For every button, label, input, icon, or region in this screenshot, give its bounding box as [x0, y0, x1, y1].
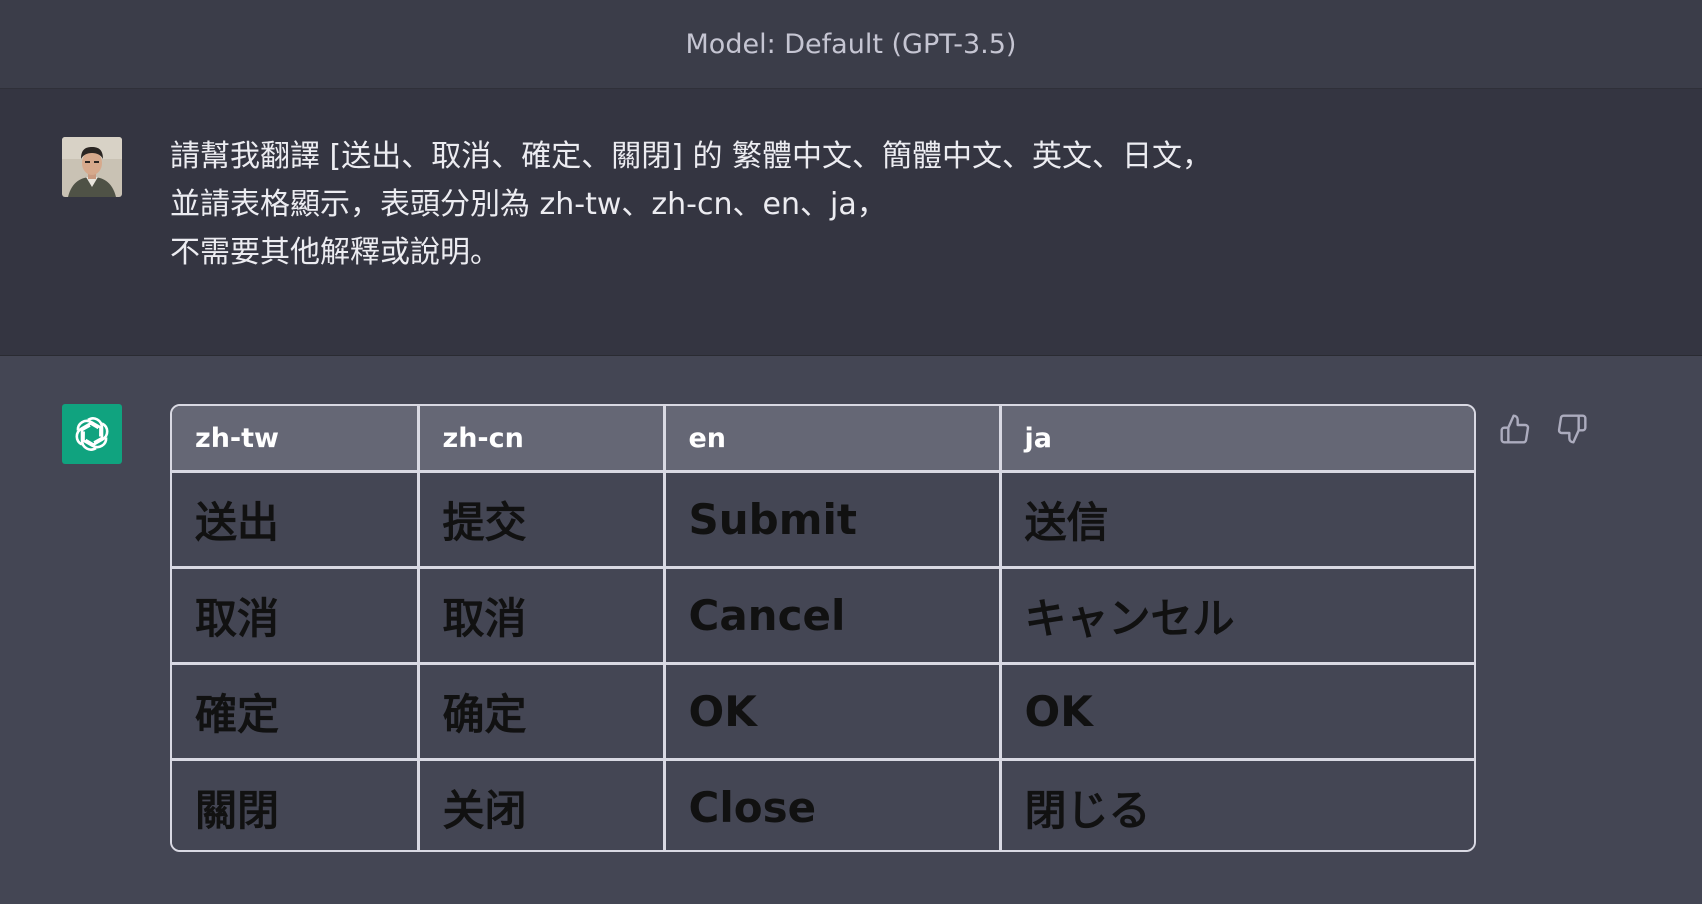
translation-table: zh-tw zh-cn en ja 送出 提交 Submit 送信 取消 取消 … [170, 404, 1476, 852]
column-header: en [662, 406, 1002, 473]
user-photo-icon [62, 137, 122, 197]
table-cell: 送出 [172, 470, 420, 569]
user-message-line: 請幫我翻譯 [送出、取消、確定、關閉] 的 繁體中文、簡體中文、英文、日文， [170, 139, 1213, 174]
table-header-row: zh-tw zh-cn en ja [172, 406, 1474, 473]
table-row: 取消 取消 Cancel キャンセル [172, 566, 1474, 665]
table-row: 確定 确定 OK OK [172, 662, 1474, 761]
table-cell: 确定 [416, 662, 666, 761]
table-cell: 送信 [998, 470, 1474, 569]
table-cell: Cancel [662, 566, 1002, 665]
table-cell: 確定 [172, 662, 420, 761]
table-row: 關閉 关闭 Close 閉じる [172, 758, 1474, 850]
table-row: 送出 提交 Submit 送信 [172, 470, 1474, 569]
table-cell: 閉じる [998, 758, 1474, 850]
table-cell: キャンセル [998, 566, 1474, 665]
thumbs-down-button[interactable] [1555, 412, 1589, 446]
openai-logo-icon [62, 404, 122, 464]
user-message-line: 不需要其他解釋或說明。 [170, 235, 500, 270]
user-message-line: 並請表格顯示，表頭分別為 zh-tw、zh-cn、en、ja， [170, 187, 887, 222]
thumbs-up-button[interactable] [1498, 412, 1532, 446]
table-cell: 取消 [172, 566, 420, 665]
table-cell: 提交 [416, 470, 666, 569]
column-header: zh-cn [416, 406, 666, 473]
table-cell: 关闭 [416, 758, 666, 850]
translation-table-grid: zh-tw zh-cn en ja 送出 提交 Submit 送信 取消 取消 … [172, 406, 1474, 850]
column-header: zh-tw [172, 406, 420, 473]
thumbs-down-icon [1557, 414, 1587, 444]
model-header: Model: Default (GPT-3.5) [0, 0, 1702, 89]
table-cell: 取消 [416, 566, 666, 665]
assistant-message: zh-tw zh-cn en ja 送出 提交 Submit 送信 取消 取消 … [0, 356, 1702, 904]
user-message-text: 請幫我翻譯 [送出、取消、確定、關閉] 的 繁體中文、簡體中文、英文、日文， 並… [170, 133, 1570, 277]
user-avatar [62, 137, 122, 197]
table-cell: 關閉 [172, 758, 420, 850]
thumbs-up-icon [1500, 414, 1530, 444]
model-label: Model: Default (GPT-3.5) [685, 28, 1017, 60]
table-cell: Close [662, 758, 1002, 850]
table-cell: Submit [662, 470, 1002, 569]
column-header: ja [998, 406, 1474, 473]
openai-knot-icon [75, 417, 109, 451]
user-message: 請幫我翻譯 [送出、取消、確定、關閉] 的 繁體中文、簡體中文、英文、日文， 並… [0, 89, 1702, 356]
table-cell: OK [998, 662, 1474, 761]
table-cell: OK [662, 662, 1002, 761]
